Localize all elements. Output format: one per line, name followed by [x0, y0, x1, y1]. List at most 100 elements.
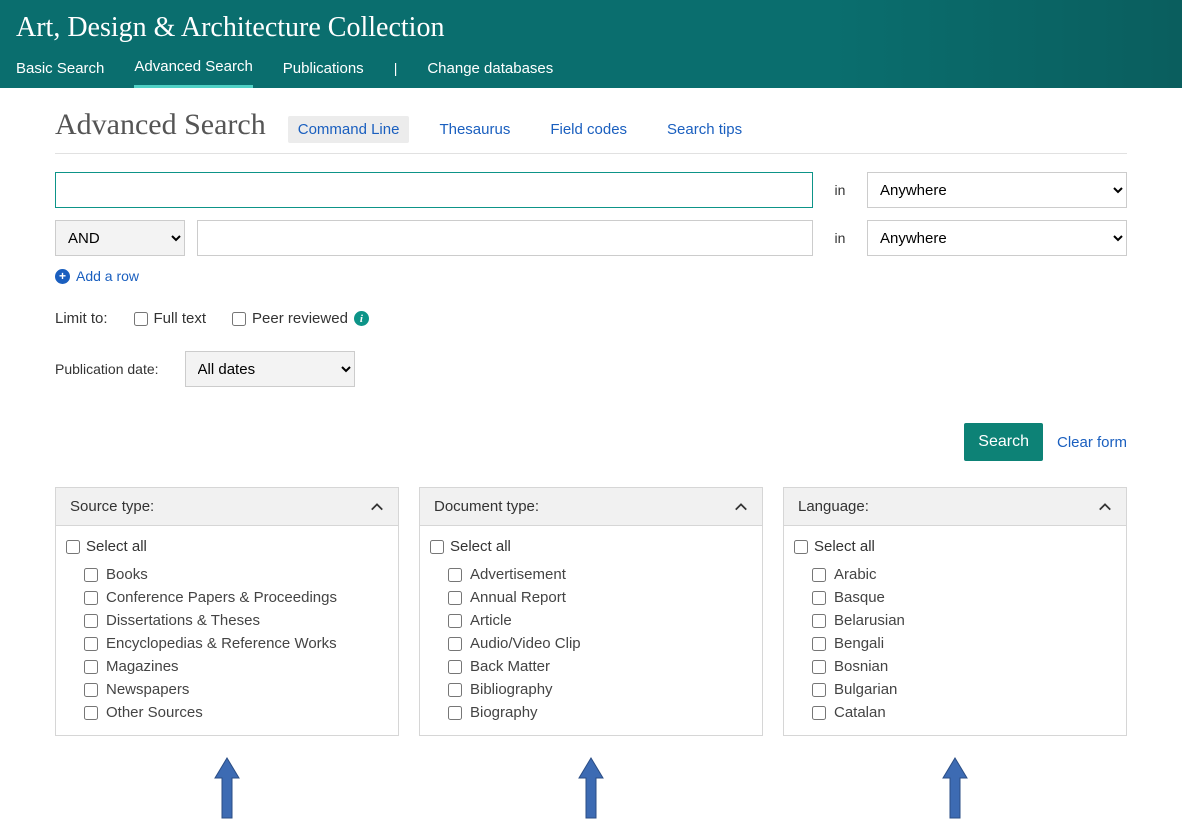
panel-document-type: Document type: Select all AdvertisementA… — [419, 487, 763, 736]
option-checkbox[interactable] — [84, 568, 98, 582]
list-item[interactable]: Books — [84, 563, 388, 586]
select-all-source-type-checkbox[interactable] — [66, 540, 80, 554]
list-item[interactable]: Bulgarian — [812, 678, 1116, 701]
chevron-up-icon — [370, 500, 384, 514]
list-item[interactable]: Other Sources — [84, 701, 388, 724]
list-item[interactable]: Biography — [448, 701, 752, 724]
option-label: Bulgarian — [834, 681, 897, 698]
option-checkbox[interactable] — [84, 591, 98, 605]
panel-title-language: Language: — [798, 498, 869, 515]
select-all-language-checkbox[interactable] — [794, 540, 808, 554]
option-checkbox[interactable] — [448, 683, 462, 697]
list-item[interactable]: Conference Papers & Proceedings — [84, 586, 388, 609]
option-label: Article — [470, 612, 512, 629]
option-checkbox[interactable] — [812, 660, 826, 674]
list-item[interactable]: Bosnian — [812, 655, 1116, 678]
publication-date-label: Publication date: — [55, 361, 159, 377]
select-all-label: Select all — [450, 538, 511, 555]
list-item[interactable]: Back Matter — [448, 655, 752, 678]
list-item[interactable]: Dissertations & Theses — [84, 609, 388, 632]
add-row-label: Add a row — [76, 268, 139, 284]
site-title: Art, Design & Architecture Collection — [16, 12, 1166, 58]
up-arrow-icon — [213, 756, 241, 820]
option-checkbox[interactable] — [84, 637, 98, 651]
full-text-checkbox[interactable] — [134, 312, 148, 326]
select-all-source-type[interactable]: Select all — [66, 536, 388, 563]
option-checkbox[interactable] — [812, 637, 826, 651]
list-item[interactable]: Annual Report — [448, 586, 752, 609]
subtab-thesaurus[interactable]: Thesaurus — [429, 116, 520, 143]
list-item[interactable]: Basque — [812, 586, 1116, 609]
option-checkbox[interactable] — [448, 568, 462, 582]
option-label: Conference Papers & Proceedings — [106, 589, 337, 606]
field-select-2[interactable]: Anywhere — [867, 220, 1127, 256]
panel-language: Language: Select all Arabic Basque Belarus… — [783, 487, 1127, 736]
list-item[interactable]: Encyclopedias & Reference Works — [84, 632, 388, 655]
nav-publications[interactable]: Publications — [283, 60, 364, 87]
nav-basic-search[interactable]: Basic Search — [16, 60, 104, 87]
options-document-type[interactable]: AdvertisementAnnual Report Article Audio/V… — [430, 563, 752, 735]
search-button[interactable]: Search — [964, 423, 1043, 461]
option-checkbox[interactable] — [448, 591, 462, 605]
panel-head-language[interactable]: Language: — [784, 488, 1126, 526]
option-checkbox[interactable] — [812, 683, 826, 697]
full-text-checkbox-wrap[interactable]: Full text — [134, 310, 207, 327]
option-checkbox[interactable] — [448, 637, 462, 651]
panel-head-source-type[interactable]: Source type: — [56, 488, 398, 526]
publication-date-row: Publication date: All dates — [55, 351, 1127, 387]
option-label: Other Sources — [106, 704, 203, 721]
option-label: Audio/Video Clip — [470, 635, 581, 652]
list-item[interactable]: Belarusian — [812, 609, 1116, 632]
peer-reviewed-checkbox[interactable] — [232, 312, 246, 326]
options-source-type[interactable]: Books Conference Papers & Proceedings Diss… — [66, 563, 388, 735]
option-checkbox[interactable] — [812, 591, 826, 605]
subtab-command-line[interactable]: Command Line — [288, 116, 410, 143]
nav-advanced-search[interactable]: Advanced Search — [134, 58, 252, 88]
field-select-1[interactable]: Anywhere — [867, 172, 1127, 208]
clear-form-link[interactable]: Clear form — [1057, 434, 1127, 451]
up-arrow-icon — [941, 756, 969, 820]
option-label: Basque — [834, 589, 885, 606]
option-label: Dissertations & Theses — [106, 612, 260, 629]
list-item[interactable]: Audio/Video Clip — [448, 632, 752, 655]
list-item[interactable]: Magazines — [84, 655, 388, 678]
panel-title-source-type: Source type: — [70, 498, 154, 515]
option-checkbox[interactable] — [812, 706, 826, 720]
option-checkbox[interactable] — [84, 614, 98, 628]
option-checkbox[interactable] — [84, 660, 98, 674]
limit-row: Limit to: Full text Peer reviewed i — [55, 310, 1127, 327]
peer-reviewed-checkbox-wrap[interactable]: Peer reviewed i — [232, 310, 369, 327]
nav-change-databases[interactable]: Change databases — [427, 60, 553, 87]
list-item[interactable]: Arabic — [812, 563, 1116, 586]
list-item[interactable]: Advertisement — [448, 563, 752, 586]
panel-head-document-type[interactable]: Document type: — [420, 488, 762, 526]
list-item[interactable]: Newspapers — [84, 678, 388, 701]
option-label: Biography — [470, 704, 538, 721]
search-input-2[interactable] — [197, 220, 813, 256]
list-item[interactable]: Bibliography — [448, 678, 752, 701]
options-language[interactable]: Arabic Basque BelarusianBengaliBosnian Bulg… — [794, 563, 1116, 735]
option-checkbox[interactable] — [448, 614, 462, 628]
page-content: Advanced Search Command Line Thesaurus F… — [0, 88, 1182, 840]
option-checkbox[interactable] — [84, 683, 98, 697]
plus-circle-icon: + — [55, 269, 70, 284]
info-icon[interactable]: i — [354, 311, 369, 326]
option-checkbox[interactable] — [812, 614, 826, 628]
subtab-field-codes[interactable]: Field codes — [540, 116, 637, 143]
search-input-1[interactable] — [55, 172, 813, 208]
option-checkbox[interactable] — [812, 568, 826, 582]
add-row-button[interactable]: + Add a row — [55, 268, 1127, 284]
list-item[interactable]: Article — [448, 609, 752, 632]
publication-date-select[interactable]: All dates — [185, 351, 355, 387]
select-all-document-type-checkbox[interactable] — [430, 540, 444, 554]
select-all-language[interactable]: Select all — [794, 536, 1116, 563]
option-checkbox[interactable] — [448, 660, 462, 674]
option-checkbox[interactable] — [448, 706, 462, 720]
list-item[interactable]: Bengali — [812, 632, 1116, 655]
option-checkbox[interactable] — [84, 706, 98, 720]
select-all-document-type[interactable]: Select all — [430, 536, 752, 563]
subtab-search-tips[interactable]: Search tips — [657, 116, 752, 143]
boolean-operator-select[interactable]: AND — [55, 220, 185, 256]
list-item[interactable]: Catalan — [812, 701, 1116, 724]
top-nav: Basic Search Advanced Search Publication… — [16, 58, 1166, 88]
